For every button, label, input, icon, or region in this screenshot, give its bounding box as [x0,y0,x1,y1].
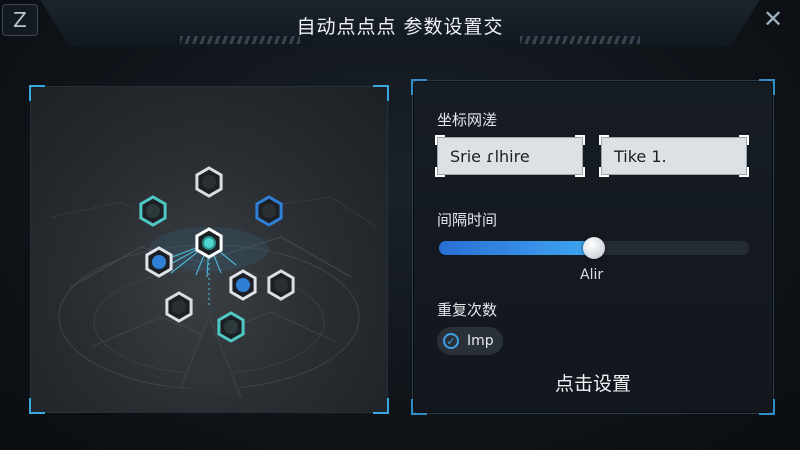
z-button[interactable]: Z [2,4,38,36]
bracket-corner [411,399,427,415]
repeat-chip-label: Imp [467,333,494,349]
coord-y-value: Tike 1. [614,147,667,166]
bracket-corner [759,79,775,95]
coord-label: 坐标网溠 [437,111,498,129]
repeat-toggle[interactable]: ✓ Imp [437,327,503,355]
terrain [50,196,377,398]
interval-label: 间隔时间 [437,211,498,229]
map-canvas [50,166,377,398]
slider-handle[interactable] [583,237,605,259]
z-icon: Z [13,8,27,32]
map-node[interactable] [195,227,223,259]
bracket-corner [411,79,427,95]
close-button[interactable]: ✕ [756,4,790,34]
coord-x-value: Srie ɾlhire [450,147,530,166]
check-icon: ✓ [443,333,459,349]
map-node[interactable] [255,195,283,227]
map-node[interactable] [217,311,245,343]
interval-slider[interactable] [439,237,749,259]
apply-button[interactable]: 点击设置 [513,361,673,403]
map-node[interactable] [145,246,173,278]
page-title: 自动点点点 参数设置交 [296,16,504,38]
bracket-corner [759,399,775,415]
settings-panel: 坐标网溠 Srie ɾlhire Tike 1. 间隔时间 Alir 重复次数 … [411,79,775,415]
interval-value-label: Alir [580,267,604,283]
map-node[interactable] [165,291,193,323]
close-icon: ✕ [762,5,784,33]
map-node[interactable] [139,195,167,227]
repeat-label: 重复次数 [437,301,498,319]
coord-x-field[interactable]: Srie ɾlhire [435,135,585,177]
map-node[interactable] [229,269,257,301]
map-node[interactable] [195,166,223,198]
app-window: 自动点点点 参数设置交 Z ✕ 坐标网溠 Srie ɾlhire Tike 1.… [0,0,800,450]
map-panel [29,85,389,414]
coord-y-field[interactable]: Tike 1. [599,135,749,177]
map-node[interactable] [267,269,295,301]
slider-fill [439,241,594,255]
